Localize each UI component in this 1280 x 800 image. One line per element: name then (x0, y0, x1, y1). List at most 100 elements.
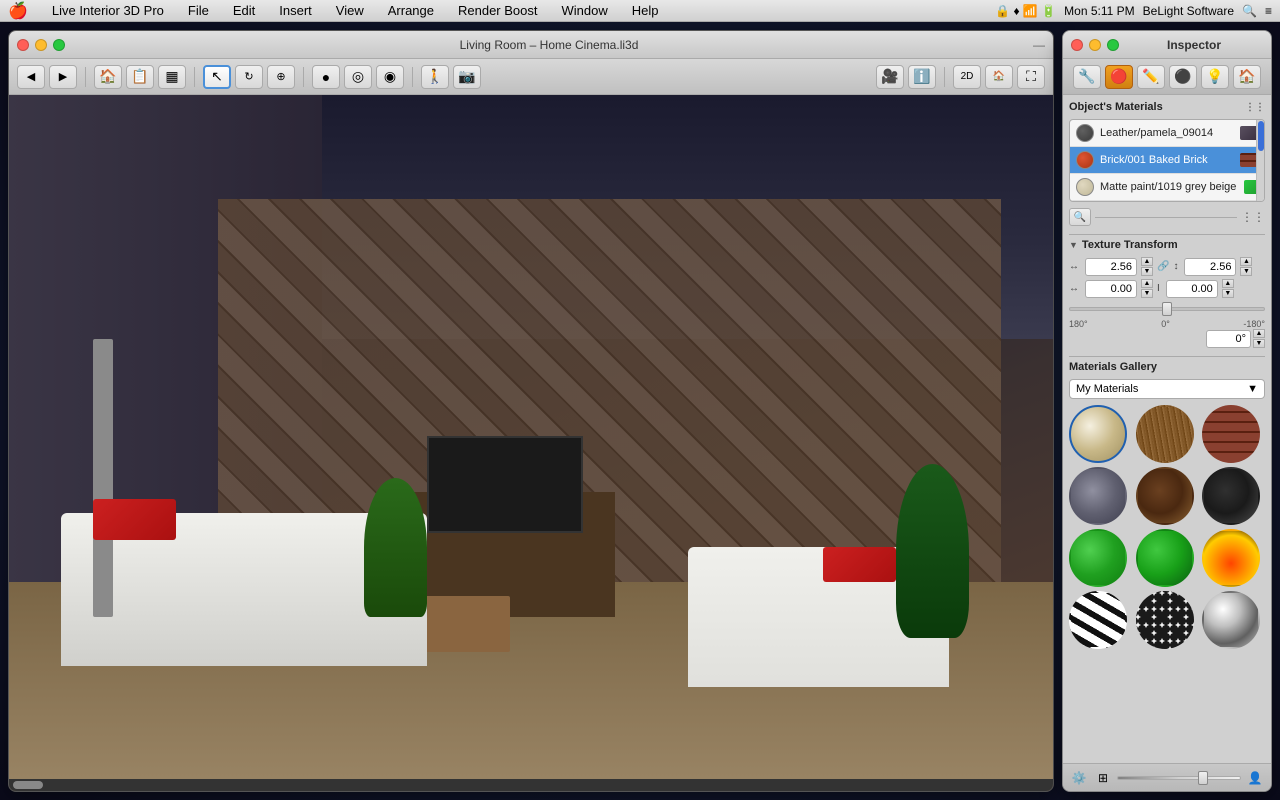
menu-help[interactable]: Help (628, 3, 663, 18)
inspector-maximize-button[interactable] (1107, 39, 1119, 51)
material-ball-green1[interactable] (1069, 529, 1127, 587)
grid-view-button[interactable]: ▦ (158, 65, 186, 89)
material-ball-chrome[interactable] (1202, 591, 1260, 649)
list-view-button[interactable]: 📋 (126, 65, 154, 89)
offset-x-up[interactable]: ▲ (1141, 279, 1153, 288)
horizontal-scrollbar[interactable] (9, 779, 1053, 791)
tab-material-color[interactable]: 🔴 (1105, 65, 1133, 89)
tab-object[interactable]: 🔧 (1073, 65, 1101, 89)
view-full-button[interactable]: ⛶ (1017, 65, 1045, 89)
apple-icon[interactable]: 🍎 (8, 1, 28, 21)
menu-render-boost[interactable]: Render Boost (454, 3, 542, 18)
material-ball-spots[interactable] (1136, 591, 1194, 649)
scale-y-input[interactable] (1184, 258, 1236, 276)
material-ball-cream[interactable] (1069, 405, 1127, 463)
material-ball-brick[interactable] (1202, 405, 1260, 463)
material-ball-zebra[interactable] (1069, 591, 1127, 649)
move-tool-button[interactable]: ⊕ (267, 65, 295, 89)
material-ball-stone[interactable] (1069, 467, 1127, 525)
camera-button[interactable]: 📷 (453, 65, 481, 89)
menu-edit[interactable]: Edit (229, 3, 259, 18)
material-item-leather[interactable]: Leather/pamela_09014 (1070, 120, 1264, 147)
close-button[interactable] (17, 39, 29, 51)
rotation-down[interactable]: ▼ (1253, 339, 1265, 348)
add-material-button[interactable]: ⊞ (1093, 768, 1113, 788)
section-options-icon[interactable]: ⋮⋮ (1245, 102, 1265, 113)
rotation-stepper[interactable]: ▲ ▼ (1253, 329, 1265, 348)
menu-insert[interactable]: Insert (275, 3, 316, 18)
options-dots-icon[interactable]: ⋮⋮ (1241, 210, 1265, 224)
maximize-button[interactable] (53, 39, 65, 51)
offset-x-stepper[interactable]: ▲ ▼ (1141, 279, 1153, 298)
nav-back-button[interactable]: ◀ (17, 65, 45, 89)
link-icon[interactable]: 🔗 (1157, 261, 1169, 272)
view-2d-button[interactable]: 2D (953, 65, 981, 89)
area-light-button[interactable]: ◉ (376, 65, 404, 89)
view-content[interactable] (9, 95, 1053, 791)
window-control-icon[interactable]: — (1033, 38, 1045, 52)
section-arrow-texture[interactable]: ▼ (1069, 240, 1078, 250)
material-ball-fire[interactable] (1202, 529, 1260, 587)
scale-x-up[interactable]: ▲ (1141, 257, 1153, 266)
rotation-up[interactable]: ▲ (1253, 329, 1265, 338)
walk-through-button[interactable]: 🚶 (421, 65, 449, 89)
offset-y-down[interactable]: ▼ (1222, 289, 1234, 298)
material-ball-dark[interactable] (1202, 467, 1260, 525)
menu-window[interactable]: Window (558, 3, 612, 18)
rotation-min-label: 180° (1069, 319, 1088, 329)
point-light-button[interactable]: ● (312, 65, 340, 89)
size-slider-thumb[interactable] (1198, 771, 1208, 785)
status-icons: 🔒 ♦ 📶 🔋 (995, 4, 1056, 18)
material-ball-wood1[interactable] (1136, 405, 1194, 463)
rotation-slider-thumb[interactable] (1162, 302, 1172, 316)
view-3d-button[interactable]: 🏠 (985, 65, 1013, 89)
menu-view[interactable]: View (332, 3, 368, 18)
menu-arrange[interactable]: Arrange (384, 3, 438, 18)
menu-file[interactable]: File (184, 3, 213, 18)
tab-material[interactable]: ⚫ (1169, 65, 1197, 89)
eyedropper-button[interactable]: 🔍 (1069, 208, 1091, 226)
scale-y-up[interactable]: ▲ (1240, 257, 1252, 266)
scale-x-input[interactable] (1085, 258, 1137, 276)
floor-plan-button[interactable]: 🏠 (94, 65, 122, 89)
info-button[interactable]: ℹ️ (908, 65, 936, 89)
scale-x-down[interactable]: ▼ (1141, 267, 1153, 276)
hamburger-icon[interactable]: ≡ (1265, 4, 1272, 18)
scale-y-down[interactable]: ▼ (1240, 267, 1252, 276)
nav-forward-button[interactable]: ▶ (49, 65, 77, 89)
rotation-slider-container[interactable] (1069, 301, 1265, 317)
scrollbar-thumb[interactable] (13, 781, 43, 789)
offset-y-stepper[interactable]: ▲ ▼ (1222, 279, 1234, 298)
plant-left (364, 478, 427, 617)
materials-scrollbar[interactable] (1256, 120, 1264, 201)
search-icon[interactable]: 🔍 (1242, 4, 1257, 18)
scale-y-stepper[interactable]: ▲ ▼ (1240, 257, 1252, 276)
toolbar-sep-2 (194, 67, 195, 87)
tab-light[interactable]: 💡 (1201, 65, 1229, 89)
rotate-tool-button[interactable]: ↻ (235, 65, 263, 89)
material-item-matte[interactable]: Matte paint/1019 grey beige (1070, 174, 1264, 201)
scale-x-stepper[interactable]: ▲ ▼ (1141, 257, 1153, 276)
tab-paint[interactable]: ✏️ (1137, 65, 1165, 89)
gallery-dropdown[interactable]: My Materials ▼ (1069, 379, 1265, 399)
material-item-brick[interactable]: Brick/001 Baked Brick (1070, 147, 1264, 174)
material-ball-wood2[interactable] (1136, 467, 1194, 525)
offset-y-up[interactable]: ▲ (1222, 279, 1234, 288)
select-tool-button[interactable]: ↖ (203, 65, 231, 89)
minimize-button[interactable] (35, 39, 47, 51)
inspector-minimize-button[interactable] (1089, 39, 1101, 51)
inspector-close-button[interactable] (1071, 39, 1083, 51)
menu-app-name[interactable]: Live Interior 3D Pro (48, 3, 168, 18)
person-icon-button[interactable]: 👤 (1245, 768, 1265, 788)
offset-y-input[interactable] (1166, 280, 1218, 298)
spot-light-button[interactable]: ◎ (344, 65, 372, 89)
material-ball-green2[interactable] (1136, 529, 1194, 587)
offset-x-down[interactable]: ▼ (1141, 289, 1153, 298)
offset-x-input[interactable] (1085, 280, 1137, 298)
rotation-input[interactable] (1206, 330, 1251, 348)
settings-icon-button[interactable]: ⚙️ (1069, 768, 1089, 788)
size-slider[interactable] (1117, 776, 1241, 780)
tab-structure[interactable]: 🏠 (1233, 65, 1261, 89)
material-swatch-brick (1076, 151, 1094, 169)
render-button[interactable]: 🎥 (876, 65, 904, 89)
